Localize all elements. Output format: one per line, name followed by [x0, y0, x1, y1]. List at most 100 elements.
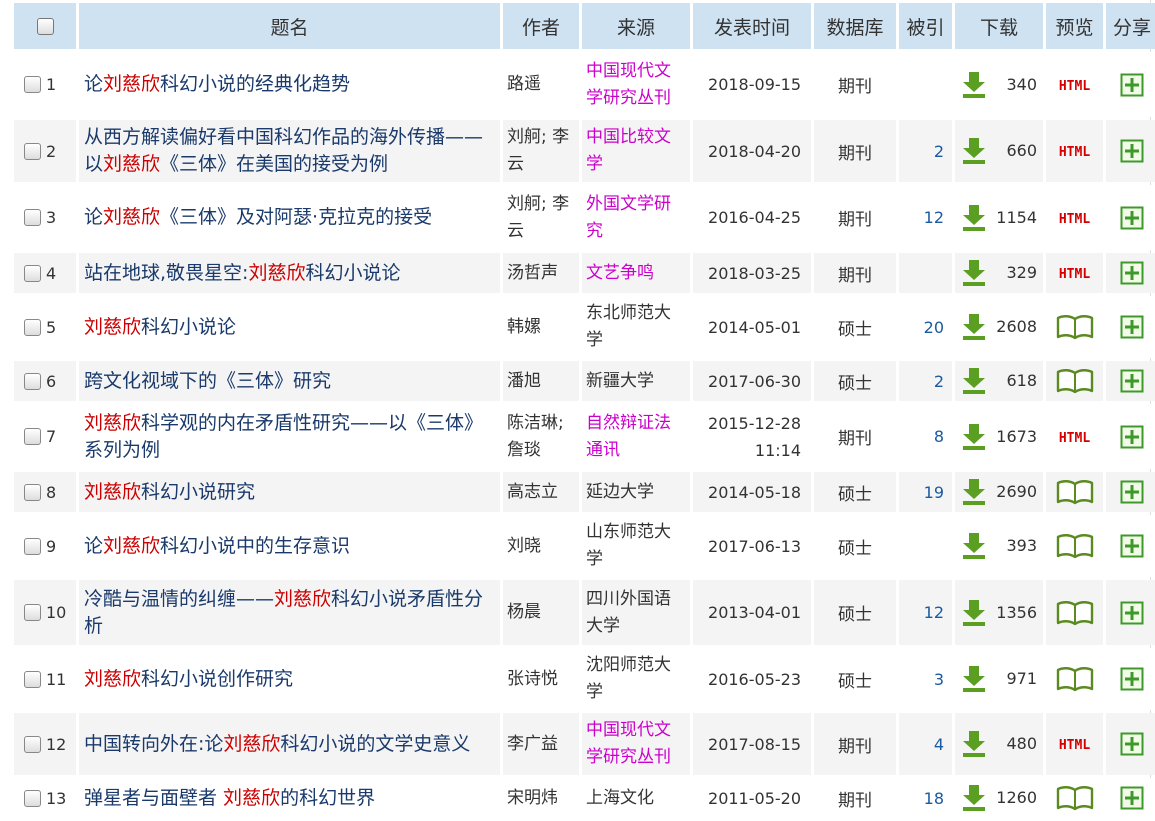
author-cell[interactable]: 刘晓 — [503, 515, 579, 577]
source-cell[interactable]: 山东师范大学 — [582, 515, 690, 577]
html-preview-icon[interactable]: HTML — [1059, 145, 1090, 160]
source-link[interactable]: 上海文化 — [586, 788, 654, 808]
html-preview-icon[interactable]: HTML — [1059, 431, 1090, 446]
result-title-link[interactable]: 刘慈欣科幻小说研究 — [84, 481, 255, 503]
row-checkbox[interactable] — [24, 483, 41, 501]
cited-count[interactable] — [899, 52, 952, 117]
source-cell[interactable]: 中国比较文学 — [582, 120, 690, 182]
plus-square-icon[interactable] — [1120, 534, 1144, 558]
source-link[interactable]: 文艺争鸣 — [586, 263, 654, 283]
download-arrow-icon[interactable] — [961, 665, 987, 693]
author-cell[interactable]: 陈洁琳; 詹琰 — [503, 404, 579, 469]
download-arrow-icon[interactable] — [961, 730, 987, 758]
source-cell[interactable]: 沈阳师范大学 — [582, 648, 690, 710]
plus-square-icon[interactable] — [1120, 667, 1144, 691]
plus-square-icon[interactable] — [1120, 425, 1144, 449]
plus-square-icon[interactable] — [1120, 369, 1144, 393]
open-book-icon[interactable] — [1056, 314, 1094, 340]
cited-count[interactable]: 12 — [899, 580, 952, 645]
source-link[interactable]: 中国现代文学研究丛刊 — [586, 720, 671, 767]
source-link[interactable]: 外国文学研究 — [586, 194, 671, 241]
cited-count[interactable] — [899, 515, 952, 577]
header-download[interactable]: 下载 — [955, 3, 1043, 49]
result-title-link[interactable]: 冷酷与温情的纠缠——刘慈欣科幻小说矛盾性分析 — [84, 588, 483, 637]
plus-square-icon[interactable] — [1120, 261, 1144, 285]
row-checkbox[interactable] — [24, 142, 41, 160]
open-book-icon[interactable] — [1056, 600, 1094, 626]
author-link[interactable]: 韩嫘 — [507, 317, 541, 337]
download-arrow-icon[interactable] — [961, 478, 987, 506]
select-all-cell[interactable] — [14, 3, 76, 49]
download-arrow-icon[interactable] — [961, 137, 987, 165]
author-cell[interactable]: 高志立 — [503, 472, 579, 512]
plus-square-icon[interactable] — [1120, 315, 1144, 339]
download-arrow-icon[interactable] — [961, 599, 987, 627]
cited-count[interactable]: 20 — [899, 296, 952, 358]
download-arrow-icon[interactable] — [961, 784, 987, 812]
download-arrow-icon[interactable] — [961, 259, 987, 287]
author-cell[interactable]: 刘舸; 李云 — [503, 120, 579, 182]
header-source[interactable]: 来源 — [582, 3, 690, 49]
source-link[interactable]: 山东师范大学 — [586, 522, 671, 569]
source-cell[interactable]: 中国现代文学研究丛刊 — [582, 52, 690, 117]
author-link[interactable]: 李广益 — [507, 734, 558, 754]
header-database[interactable]: 数据库 — [814, 3, 896, 49]
row-checkbox[interactable] — [24, 76, 41, 93]
plus-square-icon[interactable] — [1120, 480, 1144, 504]
author-cell[interactable]: 杨晨 — [503, 580, 579, 645]
select-all-checkbox[interactable] — [36, 18, 54, 35]
result-title-link[interactable]: 论刘慈欣《三体》及对阿瑟·克拉克的接受 — [84, 206, 432, 228]
source-cell[interactable]: 外国文学研究 — [582, 185, 690, 250]
result-title-link[interactable]: 跨文化视域下的《三体》研究 — [84, 370, 331, 392]
result-title-link[interactable]: 弹星者与面壁者 刘慈欣的科幻世界 — [84, 787, 375, 809]
plus-square-icon[interactable] — [1120, 601, 1144, 625]
author-link[interactable]: 张诗悦 — [507, 669, 558, 689]
html-preview-icon[interactable]: HTML — [1059, 212, 1090, 227]
source-link[interactable]: 四川外国语大学 — [586, 589, 671, 636]
source-link[interactable]: 东北师范大学 — [586, 303, 671, 350]
download-arrow-icon[interactable] — [961, 532, 987, 560]
cited-count[interactable]: 19 — [899, 472, 952, 512]
row-checkbox[interactable] — [24, 604, 41, 621]
author-link[interactable]: 路遥 — [507, 74, 541, 94]
open-book-icon[interactable] — [1056, 666, 1094, 692]
header-title[interactable]: 题名 — [79, 3, 500, 49]
html-preview-icon[interactable]: HTML — [1059, 79, 1090, 94]
row-checkbox[interactable] — [24, 735, 41, 753]
download-arrow-icon[interactable] — [961, 423, 987, 451]
row-checkbox[interactable] — [24, 209, 41, 226]
cited-count[interactable]: 8 — [899, 404, 952, 469]
source-link[interactable]: 自然辩证法通讯 — [586, 413, 671, 460]
author-cell[interactable]: 路遥 — [503, 52, 579, 117]
open-book-icon[interactable] — [1056, 368, 1094, 394]
author-cell[interactable]: 宋明炜 — [503, 778, 579, 818]
source-link[interactable]: 新疆大学 — [586, 371, 654, 391]
source-link[interactable]: 延边大学 — [586, 482, 654, 502]
download-arrow-icon[interactable] — [961, 367, 987, 395]
author-link[interactable]: 陈洁琳; 詹琰 — [507, 413, 564, 460]
cited-count[interactable]: 12 — [899, 185, 952, 250]
plus-square-icon[interactable] — [1120, 732, 1144, 756]
source-cell[interactable]: 中国现代文学研究丛刊 — [582, 713, 690, 775]
row-checkbox[interactable] — [24, 428, 41, 445]
plus-square-icon[interactable] — [1120, 73, 1144, 97]
result-title-link[interactable]: 论刘慈欣科幻小说的经典化趋势 — [84, 73, 350, 95]
source-cell[interactable]: 东北师范大学 — [582, 296, 690, 358]
result-title-link[interactable]: 中国转向外在:论刘慈欣科幻小说的文学史意义 — [84, 733, 470, 755]
cited-count[interactable]: 3 — [899, 648, 952, 710]
result-title-link[interactable]: 刘慈欣科幻小说创作研究 — [84, 668, 293, 690]
html-preview-icon[interactable]: HTML — [1059, 738, 1090, 753]
download-arrow-icon[interactable] — [961, 313, 987, 341]
download-arrow-icon[interactable] — [961, 71, 987, 99]
download-arrow-icon[interactable] — [961, 204, 987, 232]
source-cell[interactable]: 文艺争鸣 — [582, 253, 690, 293]
source-cell[interactable]: 自然辩证法通讯 — [582, 404, 690, 469]
header-cited[interactable]: 被引 — [899, 3, 952, 49]
source-cell[interactable]: 新疆大学 — [582, 361, 690, 401]
source-cell[interactable]: 四川外国语大学 — [582, 580, 690, 645]
source-cell[interactable]: 延边大学 — [582, 472, 690, 512]
author-cell[interactable]: 张诗悦 — [503, 648, 579, 710]
cited-count[interactable]: 4 — [899, 713, 952, 775]
header-author[interactable]: 作者 — [503, 3, 579, 49]
cited-count[interactable]: 2 — [899, 120, 952, 182]
